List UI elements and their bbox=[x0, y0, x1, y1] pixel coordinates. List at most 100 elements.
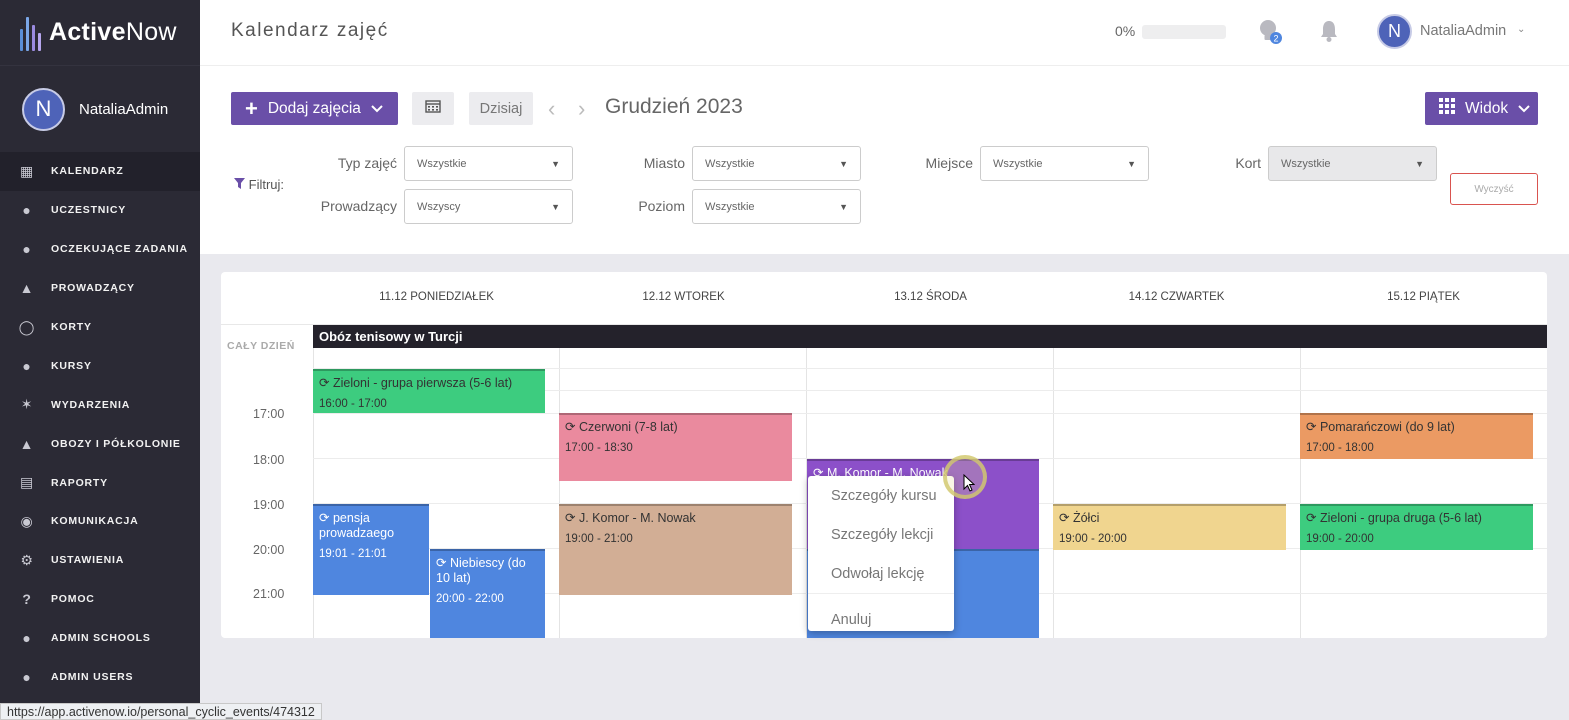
course-details-item[interactable]: Szczegóły kursu bbox=[808, 476, 954, 515]
datepicker-button[interactable] bbox=[412, 92, 454, 125]
today-button[interactable]: Dzisiaj bbox=[469, 92, 533, 125]
party-icon: ✶ bbox=[20, 396, 34, 413]
repeat-icon: ⟳ bbox=[319, 376, 330, 390]
column-line bbox=[1053, 348, 1054, 638]
sidebar-item-label: ADMIN USERS bbox=[51, 671, 134, 684]
city-select[interactable]: Wszystkie ▼ bbox=[692, 146, 861, 181]
grid-icon bbox=[1439, 98, 1455, 119]
calendar-icon: ▦ bbox=[19, 162, 35, 179]
prev-week-icon[interactable]: ‹ bbox=[548, 96, 555, 122]
sidebar-item-label: KURSY bbox=[51, 359, 92, 372]
sidebar-user-name: NataliaAdmin bbox=[79, 100, 169, 118]
day-header: 12.12 WTOREK bbox=[642, 291, 725, 303]
gear-icon: ⚙ bbox=[20, 551, 34, 568]
view-label: Widok bbox=[1465, 99, 1509, 117]
caret-down-icon: ▼ bbox=[1415, 158, 1424, 169]
page-title: Kalendarz zajęć bbox=[231, 20, 389, 41]
logo-icon bbox=[20, 15, 41, 51]
repeat-icon: ⟳ bbox=[1059, 511, 1070, 525]
calendar-event[interactable]: ⟳ Czerwoni (7-8 lat) 17:00 - 18:30 bbox=[559, 413, 792, 481]
court-select[interactable]: Wszystkie ▼ bbox=[1268, 146, 1437, 181]
calendar-event[interactable]: ⟳ Żółci 19:00 - 20:00 bbox=[1053, 504, 1286, 550]
caret-down-icon: ▼ bbox=[839, 201, 848, 212]
repeat-icon: ⟳ bbox=[1306, 420, 1317, 434]
allday-event[interactable]: Obóz tenisowy w Turcji bbox=[313, 325, 1547, 348]
sidebar-item-prowadzący[interactable]: ▲ PROWADZĄCY bbox=[0, 269, 200, 308]
abort-item[interactable]: Anuluj bbox=[808, 593, 954, 631]
caret-down-icon: ▼ bbox=[1127, 158, 1136, 169]
sidebar-item-komunikacja[interactable]: ◉ KOMUNIKACJA bbox=[0, 502, 200, 541]
calendar-icon bbox=[425, 99, 441, 118]
sidebar-item-admin-users[interactable]: ● ADMIN USERS bbox=[0, 658, 200, 697]
repeat-icon: ⟳ bbox=[1306, 511, 1317, 525]
sidebar-item-admin-schools[interactable]: ● ADMIN SCHOOLS bbox=[0, 619, 200, 658]
brand-logo[interactable]: ActiveNow bbox=[0, 0, 200, 66]
avatar: N bbox=[22, 87, 65, 131]
sidebar-item-oczekujące-zadania[interactable]: ● OCZEKUJĄCE ZADANIA bbox=[0, 230, 200, 269]
user-icon: ● bbox=[22, 630, 32, 647]
caret-down-icon: ▼ bbox=[839, 158, 848, 169]
lightbulb-icon[interactable]: 2 bbox=[1257, 18, 1283, 46]
chevron-down-icon[interactable]: ⌄ bbox=[1517, 24, 1525, 35]
brand-name: ActiveNow bbox=[49, 18, 177, 46]
place-filter-label: Miejsce bbox=[925, 155, 973, 171]
calendar-event[interactable]: ⟳ Zieloni - grupa pierwsza (5-6 lat) 16:… bbox=[313, 369, 545, 413]
sidebar-user[interactable]: N NataliaAdmin bbox=[0, 66, 200, 152]
caret-down-icon: ▼ bbox=[551, 158, 560, 169]
sidebar-item-obozy-i-półkolonie[interactable]: ▲ OBOZY I PÓŁKOLONIE bbox=[0, 424, 200, 463]
calendar-event[interactable]: ⟳ Niebiescy (do 10 lat) 20:00 - 22:00 bbox=[430, 549, 545, 638]
type-select[interactable]: Wszystkie ▼ bbox=[404, 146, 573, 181]
calendar-event[interactable]: ⟳ Pomarańczowi (do 9 lat) 17:00 - 18:00 bbox=[1300, 413, 1533, 459]
progress-label: 0% bbox=[1115, 23, 1136, 39]
repeat-icon: ⟳ bbox=[319, 511, 330, 525]
mouse-cursor-icon bbox=[963, 474, 975, 492]
level-filter-label: Poziom bbox=[638, 198, 685, 214]
calendar-event[interactable]: ⟳ Zieloni - grupa druga (5-6 lat) 19:00 … bbox=[1300, 504, 1533, 550]
filter-icon bbox=[234, 178, 245, 189]
sidebar-item-ustawienia[interactable]: ⚙ USTAWIENIA bbox=[0, 541, 200, 580]
bell-icon[interactable] bbox=[1319, 19, 1339, 43]
instructor-filter-label: Prowadzący bbox=[320, 198, 397, 214]
time-label: 21:00 bbox=[253, 587, 285, 601]
type-filter-label: Typ zajęć bbox=[337, 155, 397, 171]
city-filter-label: Miasto bbox=[643, 155, 685, 171]
view-button[interactable]: Widok bbox=[1425, 92, 1538, 125]
repeat-icon: ⟳ bbox=[565, 511, 576, 525]
sidebar-item-pomoc[interactable]: ? POMOC bbox=[0, 580, 200, 619]
sidebar-item-wydarzenia[interactable]: ✶ WYDARZENIA bbox=[0, 385, 200, 424]
toolbar: + Dodaj zajęcia Dzisiaj ‹ › Grudzień 202… bbox=[200, 66, 1569, 254]
sidebar-item-label: OCZEKUJĄCE ZADANIA bbox=[51, 243, 188, 256]
next-week-icon[interactable]: › bbox=[578, 96, 585, 122]
lesson-details-item[interactable]: Szczegóły lekcji bbox=[808, 515, 954, 554]
repeat-icon: ⟳ bbox=[436, 556, 447, 570]
sidebar-item-uczestnicy[interactable]: ● UCZESTNICY bbox=[0, 191, 200, 230]
sidebar-item-kalendarz[interactable]: ▦ KALENDARZ bbox=[0, 152, 200, 191]
sidebar-item-korty[interactable]: ◯ KORTY bbox=[0, 308, 200, 347]
header-avatar[interactable]: N bbox=[1377, 14, 1412, 49]
time-label: 18:00 bbox=[253, 453, 285, 467]
instructor-select[interactable]: Wszyscy ▼ bbox=[404, 189, 573, 224]
calendar-event[interactable]: ⟳ J. Komor - M. Nowak 19:00 - 21:00 bbox=[559, 504, 792, 595]
add-classes-label: Dodaj zajęcia bbox=[267, 99, 361, 117]
sidebar-item-label: OBOZY I PÓŁKOLONIE bbox=[51, 437, 181, 450]
sidebar-item-label: PROWADZĄCY bbox=[51, 282, 135, 295]
header-user-name[interactable]: NataliaAdmin bbox=[1420, 23, 1506, 39]
level-select[interactable]: Wszystkie ▼ bbox=[692, 189, 861, 224]
clear-filters-button[interactable]: Wyczyść bbox=[1450, 173, 1538, 205]
graduation-cap-icon: ▲ bbox=[19, 280, 35, 297]
calendar-event[interactable]: ⟳ pensja prowadzaego 19:01 - 21:01 bbox=[313, 504, 429, 595]
sidebar-item-label: KORTY bbox=[51, 321, 92, 333]
help-icon: ? bbox=[22, 591, 32, 608]
add-classes-button[interactable]: + Dodaj zajęcia bbox=[231, 92, 398, 125]
place-select[interactable]: Wszystkie ▼ bbox=[980, 146, 1149, 181]
progress-bar bbox=[1142, 25, 1226, 39]
cancel-lesson-item[interactable]: Odwołaj lekcję bbox=[808, 554, 954, 593]
column-line bbox=[1300, 348, 1301, 638]
sidebar-item-kursy[interactable]: ● KURSY bbox=[0, 346, 200, 385]
sidebar-item-raporty[interactable]: ▤ RAPORTY bbox=[0, 463, 200, 502]
user-plus-icon: ● bbox=[22, 241, 32, 258]
chevron-down-icon bbox=[371, 100, 383, 118]
notification-badge: 2 bbox=[1273, 34, 1278, 44]
allday-label: CAŁY DZIEŃ bbox=[227, 340, 295, 352]
tennis-racket-icon: ◯ bbox=[18, 318, 36, 335]
